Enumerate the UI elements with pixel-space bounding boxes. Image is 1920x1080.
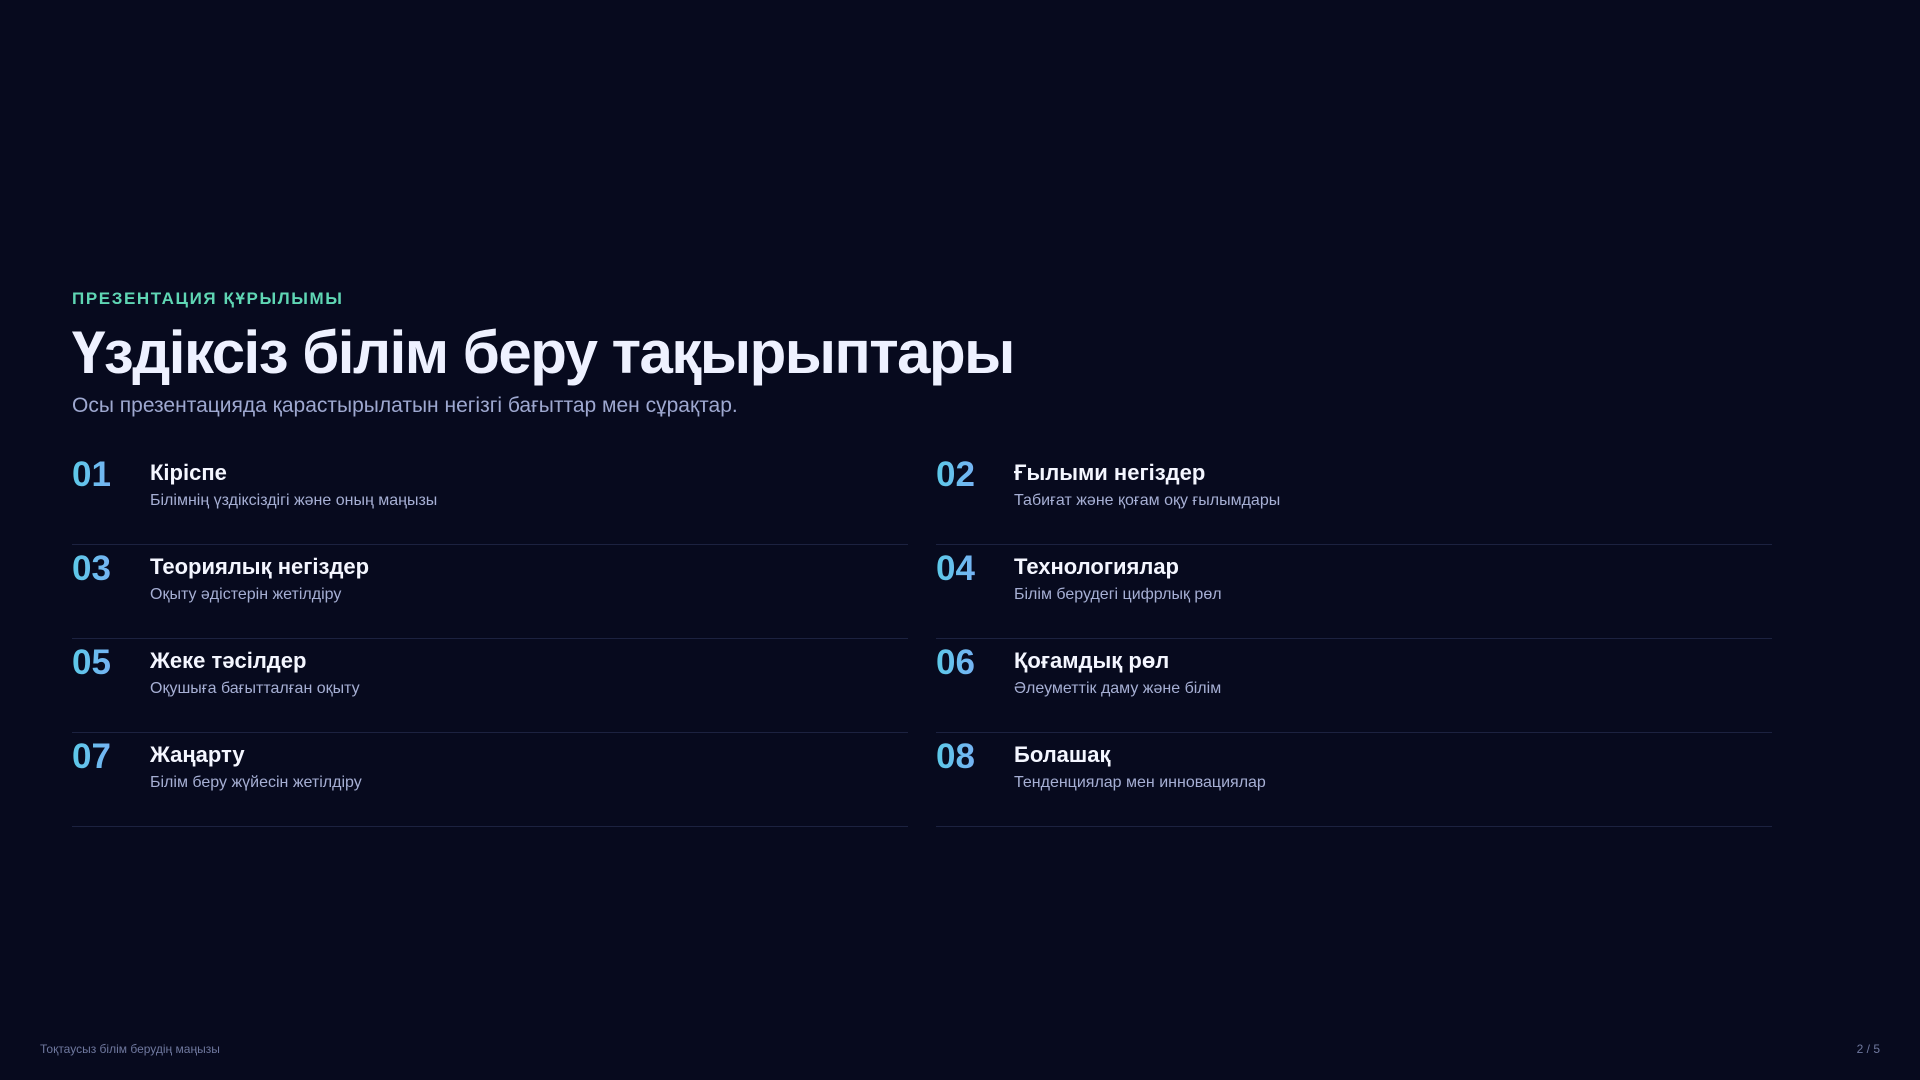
topic-number: 04 (936, 548, 1014, 590)
topic-item-05: 05 Жеке тәсілдер Оқушыға бағытталған оқы… (72, 640, 908, 733)
topic-title: Теориялық негіздер (150, 554, 370, 579)
topic-item-04: 04 Технологиялар Білім берудегі цифрлық … (936, 546, 1772, 639)
topic-title: Ғылыми негіздер (1014, 460, 1206, 485)
topic-item-01: 01 Кіріспе Білімнің үздіксіздігі және он… (72, 452, 908, 545)
topic-text: Қоғамдық рөл Әлеуметтік даму және білім (1014, 642, 1221, 700)
topic-title: Қоғамдық рөл (1014, 648, 1170, 673)
topic-text: Теориялық негіздер Оқыту әдістерін жетіл… (150, 548, 369, 606)
topic-text: Жеке тәсілдер Оқушыға бағытталған оқыту (150, 642, 360, 700)
topic-item-06: 06 Қоғамдық рөл Әлеуметтік даму және біл… (936, 640, 1772, 733)
page-subtitle: Осы презентацияда қарастырылатын негізгі… (72, 394, 738, 417)
topic-text: Жаңарту Білім беру жүйесін жетілдіру (150, 736, 362, 794)
topic-description: Білім беру жүйесін жетілдіру (150, 774, 362, 791)
topic-description: Білімнің үздіксіздігі және оның маңызы (150, 492, 438, 509)
topic-number: 02 (936, 454, 1014, 496)
topic-description: Білім берудегі цифрлық рөл (1014, 586, 1222, 603)
topic-title: Болашақ (1014, 742, 1111, 767)
topic-item-07: 07 Жаңарту Білім беру жүйесін жетілдіру (72, 734, 908, 827)
topic-number: 01 (72, 454, 150, 496)
topic-item-08: 08 Болашақ Тенденциялар мен инновациялар (936, 734, 1772, 827)
topic-title: Технологиялар (1014, 554, 1179, 579)
presentation-slide: ПРЕЗЕНТАЦИЯ ҚҰРЫЛЫМЫ Үздіксіз білім беру… (0, 0, 1920, 1080)
topic-item-03: 03 Теориялық негіздер Оқыту әдістерін же… (72, 546, 908, 639)
footer-presentation-title: Тоқтаусыз білім берудің маңызы (40, 1042, 220, 1056)
topic-title: Жаңарту (150, 742, 245, 767)
topic-description: Оқушыға бағытталған оқыту (150, 680, 360, 697)
page-title: Үздіксіз білім беру тақырыптары (72, 319, 1015, 386)
topic-number: 08 (936, 736, 1014, 778)
topic-text: Технологиялар Білім берудегі цифрлық рөл (1014, 548, 1222, 606)
topics-grid: 01 Кіріспе Білімнің үздіксіздігі және он… (72, 452, 1774, 828)
topic-text: Ғылыми негіздер Табиғат және қоғам оқу ғ… (1014, 454, 1280, 512)
topic-number: 07 (72, 736, 150, 778)
topic-number: 05 (72, 642, 150, 684)
topic-description: Тенденциялар мен инновациялар (1014, 774, 1266, 791)
topic-description: Табиғат және қоғам оқу ғылымдары (1014, 492, 1281, 509)
topic-number: 06 (936, 642, 1014, 684)
slide-content: ПРЕЗЕНТАЦИЯ ҚҰРЫЛЫМЫ Үздіксіз білім беру… (72, 288, 1774, 828)
topic-description: Әлеуметтік даму және білім (1014, 680, 1222, 697)
topic-number: 03 (72, 548, 150, 590)
slide-page-counter: 2 / 5 (1856, 1042, 1880, 1056)
topic-title: Кіріспе (150, 460, 227, 485)
topic-description: Оқыту әдістерін жетілдіру (150, 586, 342, 603)
topic-text: Болашақ Тенденциялар мен инновациялар (1014, 736, 1266, 794)
topic-item-02: 02 Ғылыми негіздер Табиғат және қоғам оқ… (936, 452, 1772, 545)
topic-text: Кіріспе Білімнің үздіксіздігі және оның … (150, 454, 437, 512)
section-eyebrow: ПРЕЗЕНТАЦИЯ ҚҰРЫЛЫМЫ (72, 289, 344, 308)
topic-title: Жеке тәсілдер (150, 648, 307, 673)
